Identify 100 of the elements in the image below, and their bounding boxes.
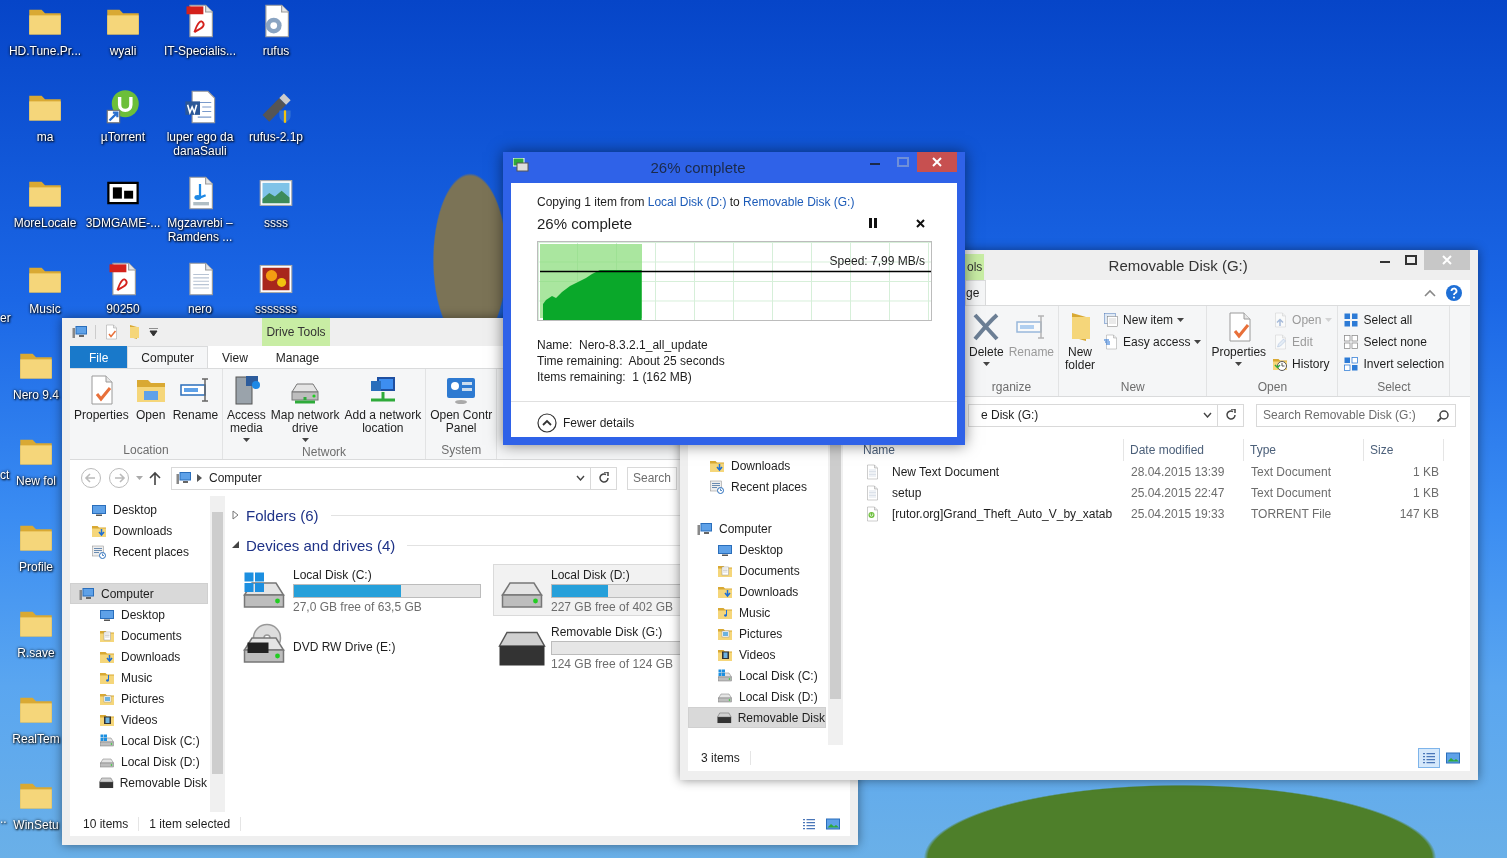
view-button[interactable] xyxy=(1418,748,1440,768)
icon-label[interactable]: MoreLocale xyxy=(13,216,77,230)
close-button[interactable] xyxy=(917,152,957,172)
nav-item[interactable]: Videos xyxy=(688,644,826,665)
nav-item[interactable]: Downloads xyxy=(688,455,826,476)
nav-item[interactable]: Downloads xyxy=(688,581,826,602)
document-check-icon[interactable] xyxy=(103,324,119,340)
ribbon-button[interactable]: Add a network location xyxy=(342,371,424,438)
ribbon-button[interactable]: Invert selection xyxy=(1340,354,1448,374)
table-cell-text: 28.04.2015 13:39 xyxy=(1130,464,1226,479)
icon-label[interactable]: ma xyxy=(36,130,54,144)
nav-item[interactable]: Pictures xyxy=(688,623,826,644)
up-arrow-icon[interactable] xyxy=(149,471,161,485)
torrent-app-icon[interactable] xyxy=(105,89,141,125)
icon-label[interactable]: Nero 9.4 xyxy=(13,388,59,402)
ribbon-button[interactable]: Properties xyxy=(1209,308,1269,369)
icon-label[interactable]: ssss xyxy=(264,216,288,230)
nav-item[interactable]: Music xyxy=(70,667,208,688)
file-row[interactable]: [rutor.org]Grand_Theft_Auto_V_by_xatab 25.04.2015 19:33 TORRENT File 147 KB xyxy=(843,503,1470,524)
icon-label[interactable]: rufus xyxy=(262,44,290,58)
icon-label[interactable]: rufus-2.1p xyxy=(249,130,303,144)
drive-tile[interactable]: Local Disk (C:) 27,0 GB free of 63,5 GB xyxy=(235,564,487,616)
icon-label[interactable]: sssssss xyxy=(255,302,297,316)
ribbon-tab[interactable]: Manage xyxy=(261,346,334,368)
icon-label[interactable]: luper ego da danaSauli xyxy=(166,130,234,158)
icon-label[interactable]: Mgzavrebi – Ramdens ... xyxy=(167,216,233,244)
search-field[interactable]: Search Removable Disk (G:) xyxy=(1256,403,1456,427)
nav-item[interactable]: Documents xyxy=(70,625,208,646)
icon-label[interactable]: 90250 xyxy=(106,302,140,316)
nav-item[interactable]: Desktop xyxy=(70,604,208,625)
address-bar[interactable]: e Disk (G:) xyxy=(968,403,1244,427)
fewer-details-button[interactable]: Fewer details xyxy=(537,413,635,433)
icon-label[interactable]: IT-Specialis... xyxy=(164,44,236,58)
nav-item[interactable]: Downloads xyxy=(70,646,208,667)
group-header[interactable]: Folders (6) xyxy=(246,506,319,524)
ribbon-button[interactable]: Select none xyxy=(1340,332,1448,352)
ribbon-button[interactable]: History xyxy=(1269,354,1336,374)
nav-item[interactable]: Desktop xyxy=(70,499,208,520)
nav-item[interactable]: Recent places xyxy=(688,476,826,497)
drive-tile[interactable]: DVD RW Drive (E:) xyxy=(235,621,487,673)
customize-icon xyxy=(149,328,158,336)
destination-link[interactable]: Removable Disk (G:) xyxy=(743,195,855,209)
ribbon-tab[interactable]: View xyxy=(208,346,262,368)
nav-item[interactable]: Pictures xyxy=(70,688,208,709)
refresh-icon xyxy=(597,472,610,484)
address-bar[interactable]: Computer xyxy=(171,466,617,490)
ribbon-button[interactable]: New item xyxy=(1100,310,1205,330)
nav-item[interactable]: Downloads xyxy=(70,520,208,541)
column-header[interactable]: Type xyxy=(1244,439,1364,461)
ribbon-button[interactable]: Properties xyxy=(72,371,131,425)
file-row[interactable]: New Text Document 28.04.2015 13:39 Text Document 1 KB xyxy=(843,461,1470,482)
nav-item[interactable]: Local Disk (D:) xyxy=(70,751,208,772)
scrollbar[interactable] xyxy=(210,496,225,812)
ribbon-tab[interactable]: Computer xyxy=(127,346,209,368)
icon-label[interactable]: ct xyxy=(0,468,10,482)
icon-label[interactable]: wyali xyxy=(109,44,137,58)
nav-item[interactable]: Documents xyxy=(688,560,826,581)
nav-item[interactable]: Computer xyxy=(70,583,208,604)
icon-label[interactable]: New fol xyxy=(16,474,56,488)
file-row[interactable]: setup 25.04.2015 22:47 Text Document 1 KB xyxy=(843,482,1470,503)
nav-item[interactable]: Music xyxy=(688,602,826,623)
ribbon-button[interactable]: Open Contr Panel xyxy=(428,371,495,438)
ribbon-tab[interactable]: ge xyxy=(965,280,987,305)
nav-item[interactable]: Local Disk (C:) xyxy=(70,730,208,751)
ribbon-button[interactable]: Delete xyxy=(967,308,1006,369)
ribbon-button[interactable]: Open xyxy=(131,371,170,425)
breadcrumb-item[interactable]: Computer xyxy=(207,471,264,485)
nav-item[interactable]: Videos xyxy=(70,709,208,730)
ribbon-tab[interactable]: File xyxy=(70,346,128,368)
ribbon-button[interactable]: Map network drive xyxy=(268,371,342,445)
icon-label[interactable]: HD.Tune.Pr... xyxy=(8,44,82,58)
icon-label[interactable]: nero xyxy=(188,302,212,316)
icon-label[interactable]: Music xyxy=(29,302,61,316)
nav-item[interactable]: Removable Disk xyxy=(70,772,208,793)
icon-label[interactable]: µTorrent xyxy=(100,130,146,144)
group-header[interactable]: Devices and drives (4) xyxy=(246,536,396,554)
ribbon-button[interactable]: Rename xyxy=(170,371,221,425)
ribbon-button[interactable]: New folder xyxy=(1061,308,1100,375)
column-header[interactable]: Size xyxy=(1364,439,1444,461)
expand-arrow-icon[interactable] xyxy=(231,540,240,550)
drive-tile[interactable]: Local Disk (D:) 227 GB free of 402 GB xyxy=(493,564,682,616)
icon-label[interactable]: er xyxy=(0,311,11,325)
ribbon-button[interactable]: Access media xyxy=(225,371,268,445)
nav-item[interactable]: Local Disk (C:) xyxy=(688,665,826,686)
nav-item[interactable]: Removable Disk xyxy=(688,707,826,728)
breadcrumb-item[interactable]: e Disk (G:) xyxy=(979,408,1041,422)
search-field[interactable]: Search xyxy=(627,466,677,490)
word-document-icon[interactable] xyxy=(182,89,218,125)
ribbon-button[interactable]: Select all xyxy=(1340,310,1448,330)
nav-item[interactable]: Computer xyxy=(688,518,826,539)
column-header[interactable]: Date modified xyxy=(1124,439,1244,461)
ribbon-button[interactable]: Easy access xyxy=(1100,332,1205,352)
icon-label[interactable]: 3DMGAME-... xyxy=(85,216,161,230)
nav-item[interactable]: Desktop xyxy=(688,539,826,560)
source-link[interactable]: Local Disk (D:) xyxy=(647,195,727,209)
drive-name: Local Disk (D:) xyxy=(551,568,631,582)
help-icon[interactable] xyxy=(1446,284,1462,301)
drive-tile[interactable]: Removable Disk (G:) 124 GB free of 124 GB xyxy=(493,621,682,673)
nav-item[interactable]: Recent places xyxy=(70,541,208,562)
nav-item[interactable]: Local Disk (D:) xyxy=(688,686,826,707)
